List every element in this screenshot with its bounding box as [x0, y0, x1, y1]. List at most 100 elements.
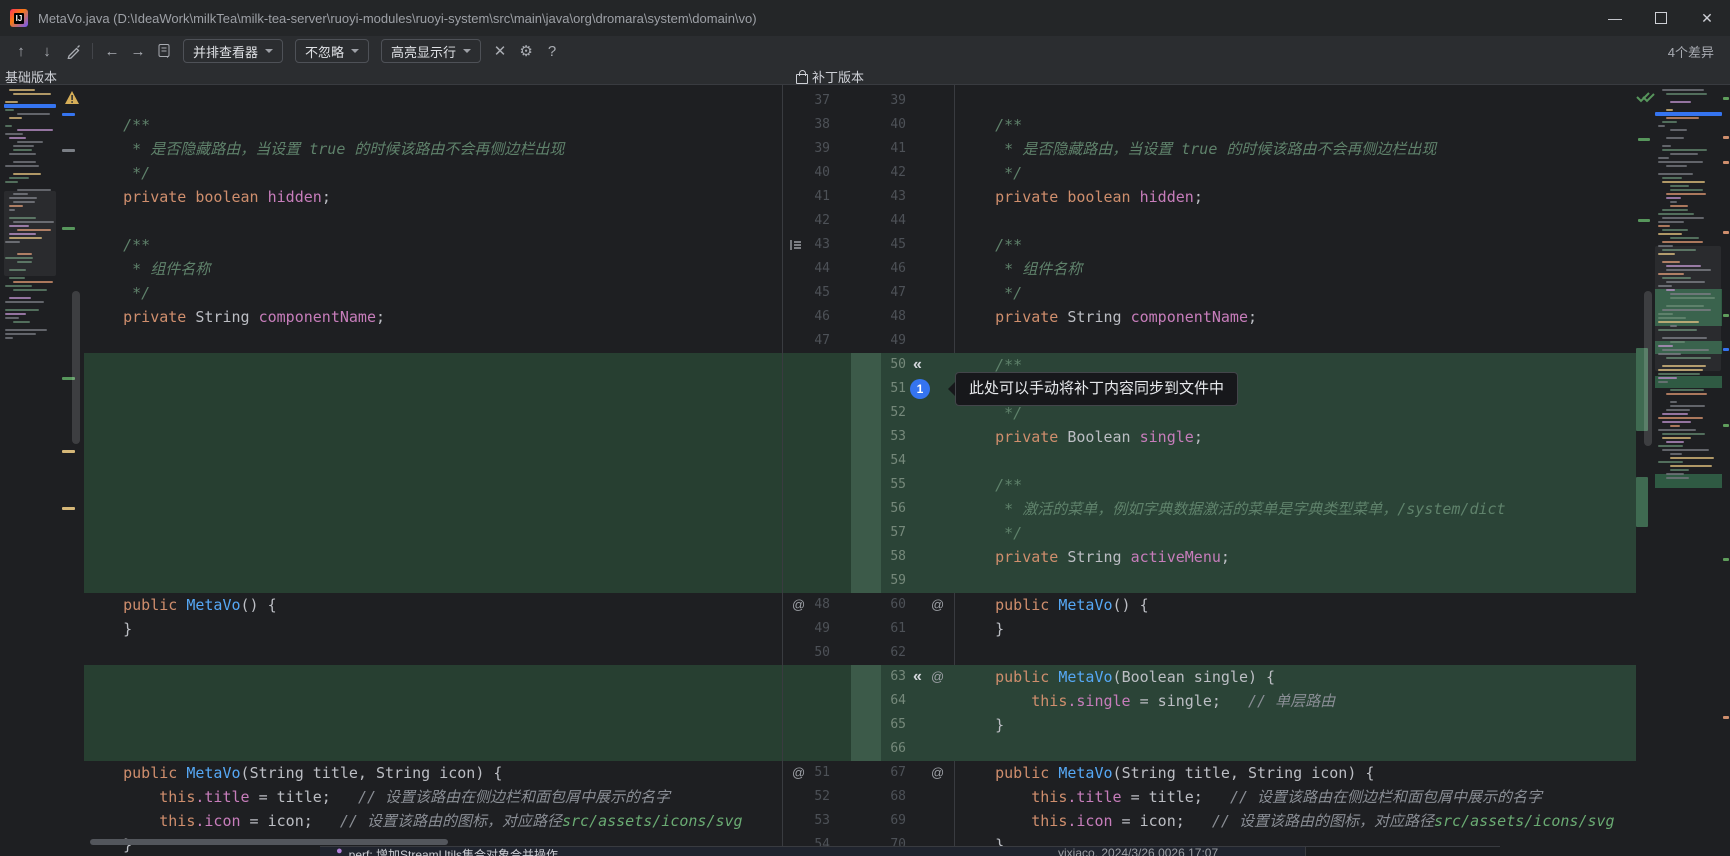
patch-code-line[interactable]: */ [956, 281, 1636, 305]
annotation-at-icon[interactable]: @ [792, 761, 805, 785]
base-code-line[interactable] [84, 425, 782, 449]
base-code-line[interactable] [84, 89, 782, 113]
base-code-line[interactable]: * 组件名称 [84, 257, 782, 281]
left-code-minimap[interactable] [2, 85, 58, 856]
base-code-line[interactable] [84, 713, 782, 737]
base-code-line[interactable] [84, 641, 782, 665]
minimap-viewport[interactable] [4, 191, 56, 276]
forward-button[interactable]: → [125, 40, 151, 62]
viewer-mode-dropdown[interactable]: 并排查看器 [183, 39, 283, 63]
compare-file-button[interactable] [151, 40, 177, 62]
patch-code-line[interactable]: */ [956, 161, 1636, 185]
base-code-line[interactable]: * 是否隐藏路由，当设置 true 的时候该路由不会再侧边栏出现 [84, 137, 782, 161]
minimap-viewport[interactable] [1655, 246, 1721, 371]
annotation-at-icon[interactable]: @ [931, 665, 944, 689]
base-code-line[interactable] [84, 737, 782, 761]
settings-button[interactable]: ⚙ [513, 40, 539, 62]
patch-code-line[interactable]: } [956, 713, 1636, 737]
patch-code-line[interactable] [956, 329, 1636, 353]
base-code-line[interactable] [84, 209, 782, 233]
base-code-line[interactable] [84, 473, 782, 497]
patch-code-line[interactable]: /** [956, 113, 1636, 137]
base-code-line[interactable] [84, 401, 782, 425]
patch-code-line[interactable]: public MetaVo() { [956, 593, 1636, 617]
error-stripe-marker[interactable] [1723, 558, 1729, 561]
next-difference-button[interactable]: ↓ [34, 40, 60, 62]
patch-code-line[interactable] [956, 89, 1636, 113]
annotation-at-icon[interactable]: @ [792, 593, 805, 617]
minimize-button[interactable]: — [1592, 0, 1638, 36]
error-stripe-marker[interactable] [1723, 136, 1729, 139]
base-code-line[interactable] [84, 569, 782, 593]
patch-code-line[interactable]: this.icon = icon; // 设置该路由的图标，对应路径src/as… [956, 809, 1636, 833]
apply-change-chevron-icon[interactable]: « [913, 353, 922, 377]
patch-code-line[interactable] [956, 737, 1636, 761]
base-code-line[interactable] [84, 329, 782, 353]
vertical-scrollbar-thumb[interactable] [1644, 291, 1652, 446]
whitespace-ignore-dropdown[interactable]: 不忽略 [295, 39, 369, 63]
base-code-line[interactable]: private String componentName; [84, 305, 782, 329]
back-button[interactable]: ← [99, 40, 125, 62]
error-stripe-marker[interactable] [1723, 231, 1729, 234]
error-stripe[interactable] [1722, 85, 1730, 856]
error-stripe-marker[interactable] [1723, 424, 1729, 427]
change-marker[interactable] [1638, 219, 1650, 222]
base-code-line[interactable]: public MetaVo() { [84, 593, 782, 617]
patch-code-line[interactable]: this.single = single; // 单层路由 [956, 689, 1636, 713]
warning-icon[interactable] [64, 90, 80, 105]
previous-difference-button[interactable]: ↑ [8, 40, 34, 62]
patch-code-line[interactable]: private boolean hidden; [956, 185, 1636, 209]
error-stripe-marker[interactable] [1723, 348, 1729, 351]
patch-code-line[interactable]: /** [956, 473, 1636, 497]
help-button[interactable]: ? [539, 40, 565, 62]
base-code-line[interactable]: /** [84, 113, 782, 137]
maximize-button[interactable] [1638, 0, 1684, 36]
base-code-line[interactable] [84, 545, 782, 569]
error-stripe-marker[interactable] [1723, 97, 1729, 100]
added-lines-marker[interactable] [1636, 477, 1648, 527]
left-scrollbar-stripe[interactable] [58, 85, 84, 856]
base-code-line[interactable] [84, 689, 782, 713]
change-marker[interactable] [62, 149, 75, 152]
change-marker[interactable] [62, 113, 75, 116]
error-stripe-marker[interactable] [1723, 161, 1729, 164]
error-stripe-marker[interactable] [1723, 716, 1729, 719]
patch-code-line[interactable]: * 是否隐藏路由，当设置 true 的时候该路由不会再侧边栏出现 [956, 137, 1636, 161]
annotation-at-icon[interactable]: @ [931, 761, 944, 785]
change-marker[interactable] [62, 507, 75, 510]
patch-code-line[interactable]: /** [956, 233, 1636, 257]
apply-change-chevron-icon[interactable]: « [913, 665, 922, 689]
base-code-line[interactable]: */ [84, 281, 782, 305]
highlight-mode-dropdown[interactable]: 高亮显示行 [381, 39, 481, 63]
patch-code-line[interactable] [956, 209, 1636, 233]
base-code-line[interactable] [84, 377, 782, 401]
base-code-line[interactable]: public MetaVo(String title, String icon)… [84, 761, 782, 785]
patch-version-editor[interactable]: /** * 是否隐藏路由，当设置 true 的时候该路由不会再侧边栏出现 */ … [956, 85, 1636, 856]
disable-editing-button[interactable]: ✕ [487, 40, 513, 62]
edit-pencil-button[interactable] [60, 40, 86, 62]
patch-code-line[interactable] [956, 641, 1636, 665]
base-code-line[interactable] [84, 665, 782, 689]
patch-code-line[interactable]: private String componentName; [956, 305, 1636, 329]
base-code-line[interactable] [84, 449, 782, 473]
patch-code-line[interactable]: * 激活的菜单，例如字典数据激活的菜单是字典类型菜单，/system/dict [956, 497, 1636, 521]
patch-code-line[interactable]: */ [956, 521, 1636, 545]
patch-code-line[interactable]: private String activeMenu; [956, 545, 1636, 569]
base-code-line[interactable] [84, 353, 782, 377]
right-code-minimap[interactable] [1655, 85, 1722, 856]
patch-code-line[interactable]: } [956, 617, 1636, 641]
right-scrollbar-stripe[interactable] [1636, 85, 1655, 856]
annotate-icon[interactable] [789, 238, 803, 252]
base-code-line[interactable]: this.icon = icon; // 设置该路由的图标，对应路径src/as… [84, 809, 782, 833]
patch-code-line[interactable] [956, 569, 1636, 593]
patch-code-line[interactable]: private Boolean single; [956, 425, 1636, 449]
patch-code-line[interactable]: public MetaVo(String title, String icon)… [956, 761, 1636, 785]
base-code-line[interactable]: private boolean hidden; [84, 185, 782, 209]
change-marker[interactable] [62, 227, 75, 230]
base-version-editor[interactable]: /** * 是否隐藏路由，当设置 true 的时候该路由不会再侧边栏出现 */ … [84, 85, 782, 856]
error-stripe-marker[interactable] [1723, 314, 1729, 317]
patch-code-line[interactable] [956, 449, 1636, 473]
patch-code-line[interactable]: * 组件名称 [956, 257, 1636, 281]
horizontal-scrollbar[interactable] [90, 839, 448, 845]
close-button[interactable]: ✕ [1684, 0, 1730, 36]
